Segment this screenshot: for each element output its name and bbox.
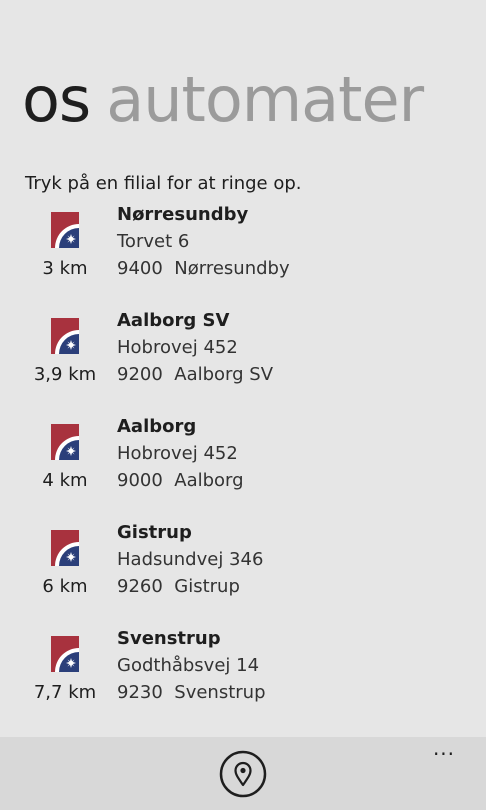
bank-logo-icon (51, 530, 79, 566)
app-bar: ... (0, 737, 486, 810)
branch-name: Gistrup (117, 522, 192, 543)
intro-text: Tryk på en filial for at ringe op. (25, 173, 302, 194)
list-item[interactable]: 3,9 km Aalborg SV Hobrovej 452 9200 Aalb… (0, 306, 486, 412)
branch-street: Godthåbsvej 14 (117, 655, 260, 676)
branch-postal: 9260 (117, 576, 163, 597)
branch-street: Hobrovej 452 (117, 443, 238, 464)
branch-street: Torvet 6 (117, 231, 190, 252)
branch-name: Aalborg SV (117, 310, 230, 331)
branch-city: Aalborg (174, 470, 244, 491)
branch-distance: 3,9 km (33, 364, 97, 385)
branch-name: Aalborg (117, 416, 197, 437)
branch-city: Nørresundby (174, 258, 290, 279)
branch-postal: 9000 (117, 470, 163, 491)
list-item[interactable]: 3 km Nørresundby Torvet 6 9400 Nørresund… (0, 200, 486, 306)
list-item[interactable]: 7,7 km Svenstrup Godthåbsvej 14 9230 Sve… (0, 624, 486, 730)
pivot-item-os[interactable]: os (22, 63, 91, 136)
branch-city: Svenstrup (174, 682, 266, 703)
branch-postal: 9400 (117, 258, 163, 279)
bank-logo-icon (51, 424, 79, 460)
bank-logo-icon (51, 212, 79, 248)
branch-postal-city: 9000 Aalborg (117, 469, 244, 493)
branch-street: Hadsundvej 346 (117, 549, 264, 570)
list-item[interactable]: 6 km Gistrup Hadsundvej 346 9260 Gistrup (0, 518, 486, 624)
branch-postal-city: 9400 Nørresundby (117, 257, 290, 281)
more-options-button[interactable]: ... (428, 737, 460, 759)
branch-distance: 3 km (42, 258, 88, 279)
branch-postal-city: 9260 Gistrup (117, 575, 240, 599)
bank-logo-icon (51, 318, 79, 354)
branch-postal-city: 9200 Aalborg SV (117, 363, 273, 387)
branch-name: Svenstrup (117, 628, 221, 649)
branch-postal: 9200 (117, 364, 163, 385)
branch-city: Gistrup (174, 576, 240, 597)
branch-postal-city: 9230 Svenstrup (117, 681, 266, 705)
branch-list: 3 km Nørresundby Torvet 6 9400 Nørresund… (0, 200, 486, 730)
map-pin-icon[interactable] (219, 750, 267, 798)
branch-city: Aalborg SV (174, 364, 274, 385)
branch-postal: 9230 (117, 682, 163, 703)
branch-street: Hobrovej 452 (117, 337, 238, 358)
pivot-item-automater[interactable]: automater (106, 63, 424, 136)
branch-distance: 6 km (42, 576, 88, 597)
branch-name: Nørresundby (117, 204, 249, 225)
branch-distance: 4 km (42, 470, 88, 491)
list-item[interactable]: 4 km Aalborg Hobrovej 452 9000 Aalborg (0, 412, 486, 518)
branch-distance: 7,7 km (33, 682, 97, 703)
pivot-header: os automater (22, 62, 424, 138)
bank-logo-icon (51, 636, 79, 672)
